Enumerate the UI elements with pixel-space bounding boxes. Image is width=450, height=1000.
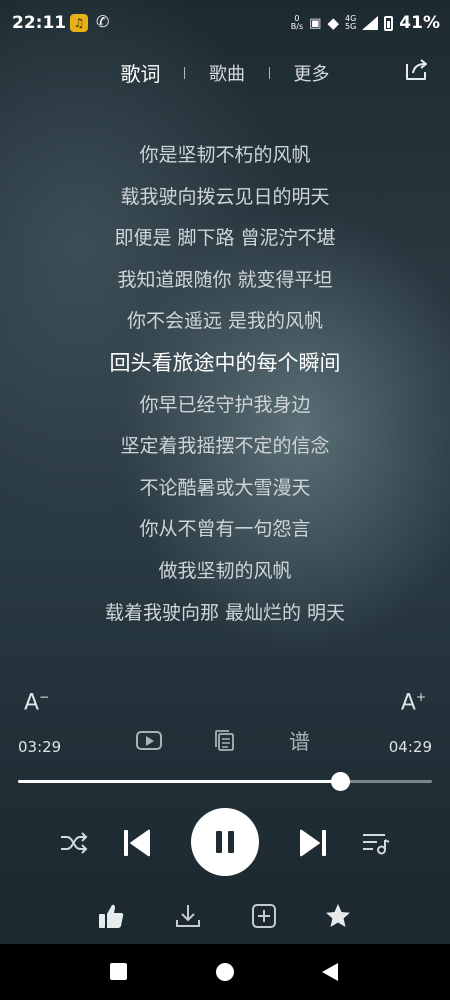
download-icon[interactable] (174, 902, 202, 930)
star-icon[interactable] (324, 902, 352, 930)
bottom-actions (0, 898, 450, 934)
recent-apps-icon[interactable] (110, 963, 127, 980)
status-bar: 22:11 ♫ ✆ 0 B/s ▣ ◆ 4G 5G 41% (0, 0, 450, 48)
music-app-icon: ♫ (70, 14, 88, 32)
lyrics-panel[interactable]: 你是坚韧不朽的风帆 载我驶向拨云见日的明天 即便是 脚下路 曾泥泞不堪 我知道跟… (0, 138, 450, 637)
lyric-line[interactable]: 你是坚韧不朽的风帆 (0, 138, 450, 180)
wifi-icon: ◆ (327, 14, 339, 32)
status-time: 22:11 (12, 13, 67, 33)
share-icon[interactable] (404, 58, 430, 82)
font-decrease-button[interactable]: A− (24, 690, 49, 715)
network-type: 4G 5G (345, 14, 357, 31)
battery-icon (384, 15, 394, 31)
tab-more[interactable]: 更多 (293, 60, 329, 86)
home-icon[interactable] (216, 963, 234, 981)
network-speed: 0 B/s (290, 14, 304, 31)
video-icon[interactable] (136, 731, 162, 750)
score-icon[interactable]: 谱 (289, 726, 310, 756)
nfc-icon: ▣ (309, 15, 322, 31)
copy-lyrics-icon[interactable] (215, 730, 235, 752)
lyric-line[interactable]: 即便是 脚下路 曾泥泞不堪 (0, 221, 450, 263)
tab-song[interactable]: 歌曲 (209, 60, 245, 86)
top-tabs: 歌词 歌曲 更多 (0, 58, 450, 88)
progress-fill (18, 780, 340, 783)
navigation-bar (0, 944, 450, 1000)
lyric-line[interactable]: 你从不曾有一句怨言 (0, 512, 450, 554)
lyric-line[interactable]: 我知道跟随你 就变得平坦 (0, 263, 450, 305)
tab-divider (268, 66, 270, 79)
playback-controls (0, 808, 450, 878)
lyric-line[interactable]: 不论酷暑或大雪漫天 (0, 471, 450, 513)
wifi-call-icon: ✆ (96, 12, 110, 31)
back-icon[interactable] (322, 963, 338, 981)
lyric-tools: 谱 (0, 728, 450, 756)
like-icon[interactable] (97, 902, 125, 930)
lyric-line[interactable]: 载我驶向拨云见日的明天 (0, 180, 450, 222)
lyric-line[interactable]: 做我坚韧的风帆 (0, 554, 450, 596)
progress-thumb[interactable] (330, 772, 350, 791)
lyric-line[interactable]: 载着我驶向那 最灿烂的 明天 (0, 596, 450, 638)
shuffle-icon[interactable] (59, 830, 89, 856)
playlist-icon[interactable] (361, 830, 391, 856)
battery-percent: 41% (399, 13, 440, 33)
font-increase-button[interactable]: A+ (401, 690, 426, 715)
add-icon[interactable] (250, 902, 278, 930)
tab-divider (184, 66, 186, 79)
previous-icon[interactable] (121, 828, 153, 858)
next-icon[interactable] (297, 828, 329, 858)
lyric-line[interactable]: 你不会遥远 是我的风帆 (0, 304, 450, 346)
status-right: 0 B/s ▣ ◆ 4G 5G 41% (291, 13, 440, 33)
lyric-line[interactable]: 坚定着我摇摆不定的信念 (0, 429, 450, 471)
tab-lyrics[interactable]: 歌词 (121, 58, 161, 87)
pause-icon[interactable] (191, 808, 259, 876)
signal-icon (362, 16, 379, 30)
progress-bar[interactable] (18, 772, 432, 791)
lyric-line-current[interactable]: 回头看旅途中的每个瞬间 (0, 346, 450, 388)
lyric-line[interactable]: 你早已经守护我身边 (0, 388, 450, 430)
